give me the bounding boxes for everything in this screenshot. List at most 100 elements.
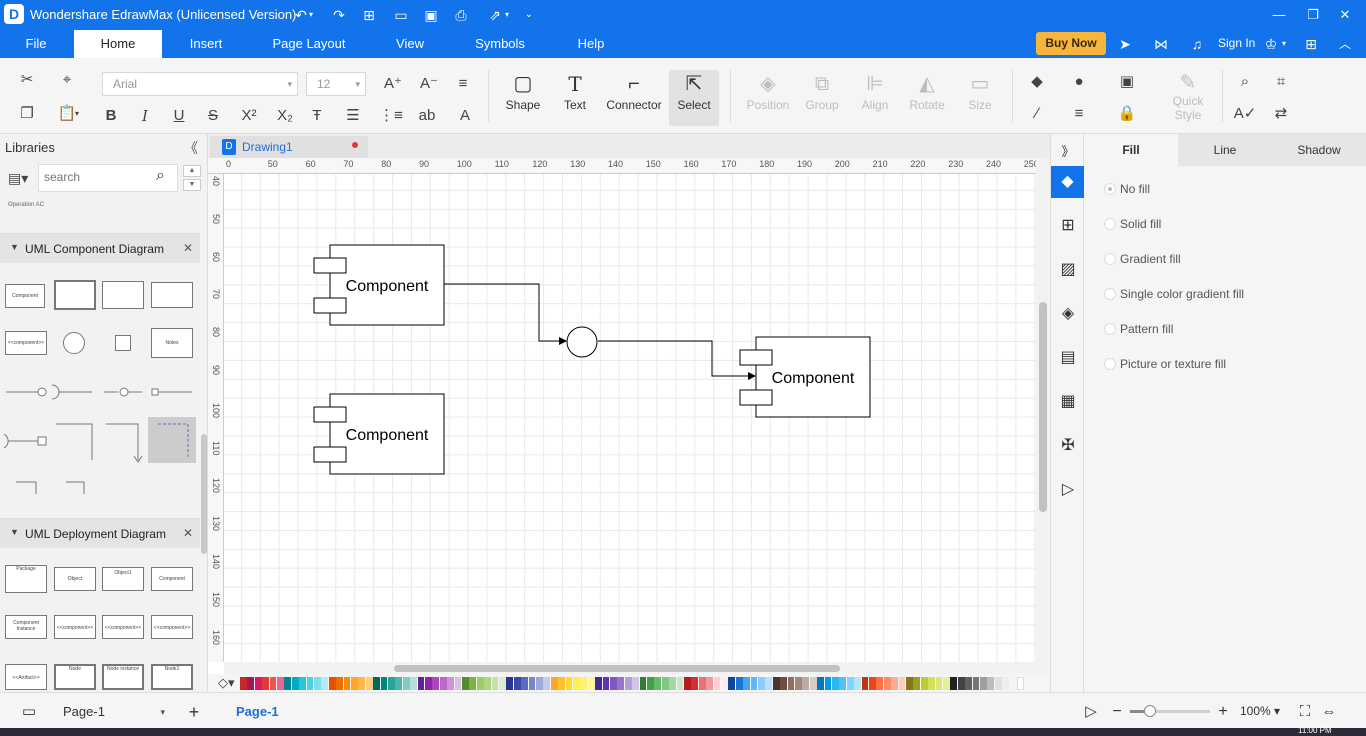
color-swatch[interactable] <box>624 677 632 690</box>
color-swatch[interactable] <box>550 677 558 690</box>
superscript-icon[interactable]: X² <box>236 104 262 128</box>
horizontal-scroll-thumb[interactable] <box>394 665 840 672</box>
color-swatch[interactable] <box>965 677 972 690</box>
color-swatch[interactable] <box>254 677 262 690</box>
layers-panel-icon[interactable]: ◈ <box>1056 302 1080 326</box>
increase-font-icon[interactable]: A⁺ <box>380 72 406 96</box>
italic-icon[interactable]: I <box>132 104 158 128</box>
library-connector-shapes[interactable] <box>0 374 200 494</box>
font-family-select[interactable]: Arial ▾ <box>102 72 298 96</box>
color-swatch[interactable] <box>402 677 410 690</box>
color-swatch[interactable] <box>684 677 691 690</box>
color-swatch[interactable] <box>432 677 440 690</box>
color-swatch[interactable] <box>721 677 728 690</box>
color-swatch[interactable] <box>891 677 898 690</box>
color-swatch[interactable] <box>565 677 573 690</box>
fill-panel-icon[interactable]: ◆ <box>1051 166 1084 198</box>
color-swatch[interactable] <box>854 677 861 690</box>
color-swatch[interactable] <box>291 677 299 690</box>
color-swatch[interactable] <box>861 677 869 690</box>
color-swatch[interactable] <box>802 677 810 690</box>
text-align-icon[interactable]: ≡ <box>450 72 476 96</box>
tab-file[interactable]: File <box>14 30 58 58</box>
tab-shadow[interactable]: Shadow <box>1272 134 1366 166</box>
search-icon[interactable]: ⌕ <box>156 167 165 185</box>
paste-dropdown-icon[interactable]: ▾ <box>72 102 82 126</box>
library-shape[interactable]: <<component>> <box>54 615 96 639</box>
fill-bucket-icon[interactable]: ◆ <box>1024 70 1050 94</box>
sign-in-button[interactable]: Sign In <box>1218 36 1255 50</box>
close-icon[interactable]: ✕ <box>1330 4 1360 26</box>
cut-icon[interactable]: ✂ <box>14 68 40 92</box>
color-swatch[interactable] <box>1002 677 1009 690</box>
fit-page-icon[interactable]: ⛶ <box>1294 701 1316 723</box>
color-swatch[interactable] <box>610 677 617 690</box>
add-page-icon[interactable]: + <box>183 701 205 723</box>
shape-tool-button[interactable]: ▢ Shape <box>495 70 551 126</box>
print-icon[interactable]: ⎙ <box>450 5 472 25</box>
color-swatch[interactable] <box>269 677 277 690</box>
play-icon[interactable]: ▷ <box>1080 701 1102 723</box>
format-painter-icon[interactable]: ⌖ <box>54 68 80 92</box>
color-swatch[interactable] <box>484 677 491 690</box>
color-swatch[interactable] <box>617 677 625 690</box>
color-swatch[interactable] <box>906 677 913 690</box>
library-shape[interactable] <box>54 280 96 310</box>
rotate-button[interactable]: ◭ Rotate <box>899 70 955 126</box>
library-menu-icon[interactable]: ▤▾ <box>8 170 28 187</box>
color-swatch[interactable] <box>795 677 802 690</box>
zoom-out-icon[interactable]: − <box>1106 701 1128 723</box>
new-file-icon[interactable]: ⊞ <box>358 5 380 25</box>
line-style-icon[interactable]: ≡ <box>1066 102 1092 126</box>
color-swatch[interactable] <box>817 677 824 690</box>
library-shape[interactable]: Component <box>5 284 45 308</box>
connector-line-1[interactable] <box>444 283 567 345</box>
color-swatch[interactable] <box>469 677 477 690</box>
active-page-tab[interactable]: Page-1 <box>236 704 279 719</box>
minimize-icon[interactable]: — <box>1264 4 1294 26</box>
library-shape[interactable]: <<Artifact>> <box>5 664 47 690</box>
color-swatch[interactable] <box>306 677 314 690</box>
line-spacing-icon[interactable]: ☰ <box>340 104 366 128</box>
drawing-canvas[interactable]: Component Component Component <box>224 174 1036 662</box>
library-shape[interactable]: Component Instance <box>5 615 47 639</box>
component-shape-1[interactable]: Component <box>313 244 445 326</box>
undo-dropdown-icon[interactable]: ▾ <box>306 5 316 25</box>
color-swatch[interactable] <box>839 677 847 690</box>
library-section-uml-deployment[interactable]: ▼ UML Deployment Diagram ✕ <box>0 518 200 548</box>
page-panel-icon[interactable]: ▤ <box>1056 346 1080 370</box>
color-swatch[interactable] <box>920 677 928 690</box>
image-panel-icon[interactable]: ▨ <box>1056 258 1080 282</box>
buy-now-button[interactable]: Buy Now <box>1036 32 1106 55</box>
color-swatch[interactable] <box>587 677 595 690</box>
color-swatch[interactable] <box>994 677 1002 690</box>
color-swatch[interactable] <box>1009 677 1017 690</box>
color-swatch[interactable] <box>573 677 580 690</box>
library-shape[interactable]: Object <box>54 567 96 591</box>
document-tab[interactable]: D Drawing1 <box>210 136 368 158</box>
scroll-up-icon[interactable]: ▲ <box>183 165 201 177</box>
library-shape[interactable]: Node instance <box>102 664 144 690</box>
library-shape[interactable]: <<component>> <box>151 615 193 639</box>
library-shape[interactable] <box>115 335 131 351</box>
color-swatch[interactable] <box>558 677 565 690</box>
color-swatch[interactable] <box>491 677 499 690</box>
library-shape[interactable]: <<component>> <box>5 331 47 355</box>
page-select-dropdown[interactable]: Page-1 ▾ <box>55 701 170 723</box>
color-swatch[interactable] <box>780 677 787 690</box>
shadow-icon[interactable]: ▣ <box>1114 70 1140 94</box>
color-swatch[interactable] <box>462 677 469 690</box>
customize-toolbar-icon[interactable]: ⌄ <box>518 5 540 25</box>
color-swatch[interactable] <box>735 677 743 690</box>
color-swatch[interactable] <box>787 677 795 690</box>
color-swatch[interactable] <box>521 677 528 690</box>
color-swatch[interactable] <box>772 677 780 690</box>
component-shape-2[interactable]: Component <box>313 393 445 475</box>
color-swatch[interactable] <box>328 677 336 690</box>
library-scrollbar[interactable] <box>201 434 207 554</box>
group-button[interactable]: ⧉ Group <box>794 70 850 126</box>
library-shape[interactable]: Component <box>151 567 193 591</box>
page-navigator-icon[interactable]: ▭ <box>18 701 40 723</box>
color-swatch[interactable] <box>543 677 551 690</box>
font-color-icon[interactable]: A <box>452 104 478 128</box>
